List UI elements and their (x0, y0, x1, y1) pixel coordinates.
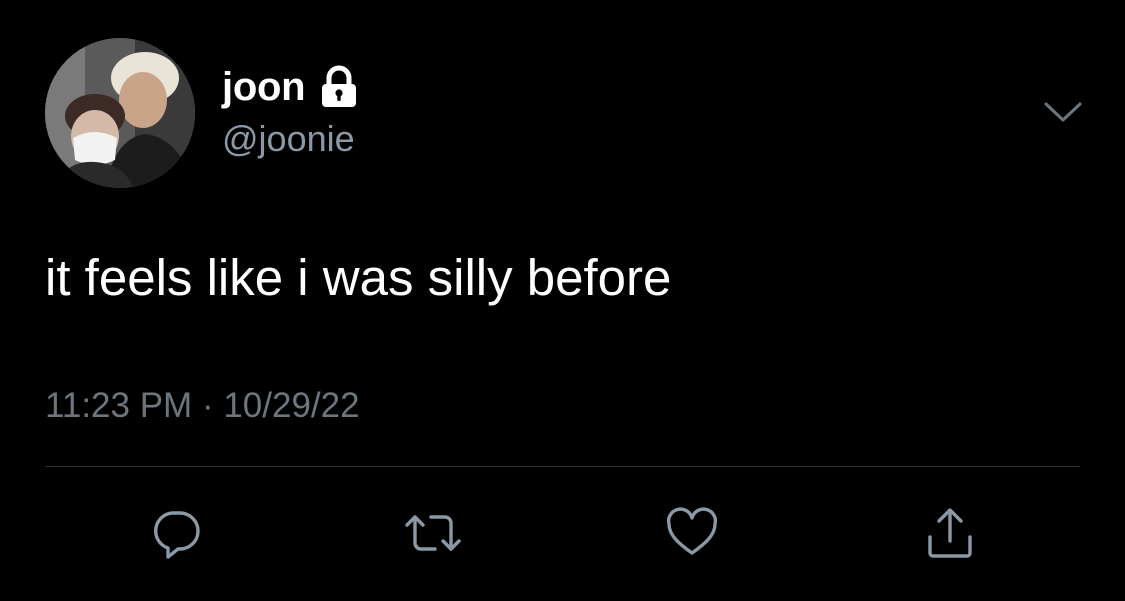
tweet: joon @joonie it feels like i was silly b… (0, 0, 1125, 601)
share-button[interactable] (922, 505, 978, 561)
avatar[interactable] (45, 38, 195, 188)
reply-button[interactable] (148, 505, 204, 561)
tweet-date[interactable]: 10/29/22 (223, 386, 359, 425)
retweet-button[interactable] (405, 505, 461, 561)
lock-icon (319, 65, 359, 109)
reply-icon (148, 505, 204, 561)
tweet-meta: 11:23 PM · 10/29/22 (45, 386, 360, 426)
chevron-down-icon[interactable] (1042, 98, 1084, 128)
handle[interactable]: @joonie (222, 118, 355, 160)
retweet-icon (403, 505, 463, 561)
share-icon (922, 505, 978, 561)
tweet-text: it feels like i was silly before (45, 249, 672, 306)
tweet-time[interactable]: 11:23 PM (45, 386, 192, 425)
divider (45, 466, 1080, 467)
display-name-row: joon (222, 60, 359, 114)
display-name[interactable]: joon (222, 65, 306, 110)
like-button[interactable] (664, 505, 720, 561)
meta-separator: · (201, 386, 214, 425)
heart-icon (664, 505, 720, 561)
